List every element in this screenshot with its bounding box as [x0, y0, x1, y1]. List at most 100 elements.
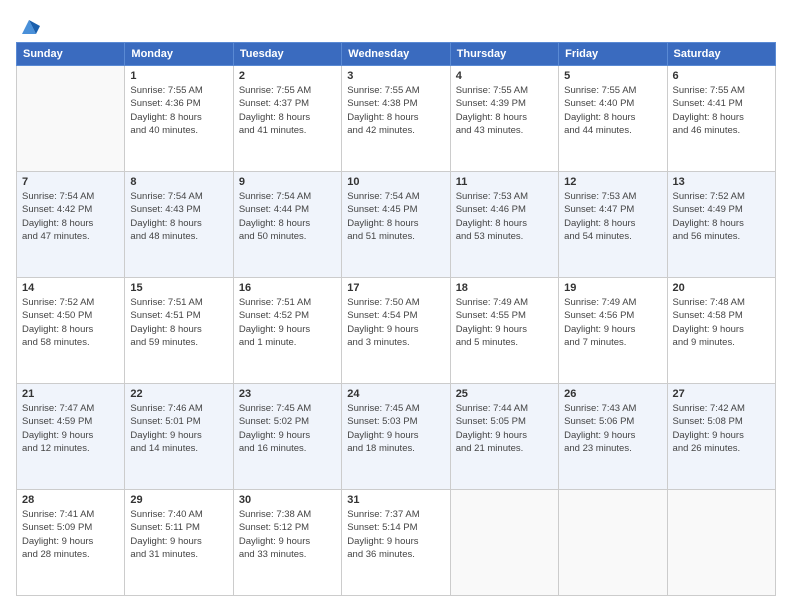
day-info: Sunrise: 7:54 AM Sunset: 4:42 PM Dayligh…	[22, 190, 119, 243]
logo-icon	[18, 16, 40, 38]
day-number: 22	[130, 388, 227, 400]
header	[16, 16, 776, 32]
day-info: Sunrise: 7:45 AM Sunset: 5:03 PM Dayligh…	[347, 402, 444, 455]
day-info: Sunrise: 7:54 AM Sunset: 4:44 PM Dayligh…	[239, 190, 336, 243]
day-number: 21	[22, 388, 119, 400]
week-row-1: 1 Sunrise: 7:55 AM Sunset: 4:36 PM Daylig…	[17, 66, 776, 172]
day-number: 23	[239, 388, 336, 400]
calendar-cell: 24 Sunrise: 7:45 AM Sunset: 5:03 PM Dayli…	[342, 384, 450, 490]
calendar-cell: 5 Sunrise: 7:55 AM Sunset: 4:40 PM Daylig…	[559, 66, 667, 172]
calendar-cell: 2 Sunrise: 7:55 AM Sunset: 4:37 PM Daylig…	[233, 66, 341, 172]
header-monday: Monday	[125, 43, 233, 66]
header-friday: Friday	[559, 43, 667, 66]
weekday-header-row: Sunday Monday Tuesday Wednesday Thursday…	[17, 43, 776, 66]
calendar-cell: 17 Sunrise: 7:50 AM Sunset: 4:54 PM Dayli…	[342, 278, 450, 384]
day-number: 1	[130, 70, 227, 82]
calendar-cell: 9 Sunrise: 7:54 AM Sunset: 4:44 PM Daylig…	[233, 172, 341, 278]
calendar-cell: 10 Sunrise: 7:54 AM Sunset: 4:45 PM Dayli…	[342, 172, 450, 278]
week-row-4: 21 Sunrise: 7:47 AM Sunset: 4:59 PM Dayli…	[17, 384, 776, 490]
day-info: Sunrise: 7:55 AM Sunset: 4:39 PM Dayligh…	[456, 84, 553, 137]
logo	[16, 16, 40, 32]
day-number: 30	[239, 494, 336, 506]
day-number: 25	[456, 388, 553, 400]
day-number: 6	[673, 70, 770, 82]
day-info: Sunrise: 7:43 AM Sunset: 5:06 PM Dayligh…	[564, 402, 661, 455]
calendar-cell: 11 Sunrise: 7:53 AM Sunset: 4:46 PM Dayli…	[450, 172, 558, 278]
day-number: 8	[130, 176, 227, 188]
calendar-cell: 29 Sunrise: 7:40 AM Sunset: 5:11 PM Dayli…	[125, 490, 233, 596]
calendar-cell: 14Sunrise: 7:52 AM Sunset: 4:50 PM Dayli…	[17, 278, 125, 384]
week-row-2: 7 Sunrise: 7:54 AM Sunset: 4:42 PM Daylig…	[17, 172, 776, 278]
calendar-cell: 1 Sunrise: 7:55 AM Sunset: 4:36 PM Daylig…	[125, 66, 233, 172]
day-info: Sunrise: 7:50 AM Sunset: 4:54 PM Dayligh…	[347, 296, 444, 349]
day-info: Sunrise: 7:46 AM Sunset: 5:01 PM Dayligh…	[130, 402, 227, 455]
calendar-cell: 25 Sunrise: 7:44 AM Sunset: 5:05 PM Dayli…	[450, 384, 558, 490]
day-number: 24	[347, 388, 444, 400]
day-number: 9	[239, 176, 336, 188]
day-number: 11	[456, 176, 553, 188]
calendar-cell	[667, 490, 775, 596]
day-number: 28	[22, 494, 119, 506]
day-info: Sunrise: 7:49 AM Sunset: 4:55 PM Dayligh…	[456, 296, 553, 349]
day-number: 27	[673, 388, 770, 400]
calendar-cell: 19 Sunrise: 7:49 AM Sunset: 4:56 PM Dayli…	[559, 278, 667, 384]
calendar-cell	[559, 490, 667, 596]
calendar-cell: 31Sunrise: 7:37 AM Sunset: 5:14 PM Dayli…	[342, 490, 450, 596]
day-number: 31	[347, 494, 444, 506]
week-row-5: 28Sunrise: 7:41 AM Sunset: 5:09 PM Dayli…	[17, 490, 776, 596]
day-number: 20	[673, 282, 770, 294]
header-sunday: Sunday	[17, 43, 125, 66]
day-number: 12	[564, 176, 661, 188]
calendar-cell: 13 Sunrise: 7:52 AM Sunset: 4:49 PM Dayli…	[667, 172, 775, 278]
day-number: 19	[564, 282, 661, 294]
day-number: 4	[456, 70, 553, 82]
day-number: 18	[456, 282, 553, 294]
day-number: 5	[564, 70, 661, 82]
day-number: 13	[673, 176, 770, 188]
calendar-cell: 23 Sunrise: 7:45 AM Sunset: 5:02 PM Dayli…	[233, 384, 341, 490]
day-info: Sunrise: 7:55 AM Sunset: 4:36 PM Dayligh…	[130, 84, 227, 137]
day-info: Sunrise: 7:55 AM Sunset: 4:38 PM Dayligh…	[347, 84, 444, 137]
day-info: Sunrise: 7:51 AM Sunset: 4:51 PM Dayligh…	[130, 296, 227, 349]
day-number: 10	[347, 176, 444, 188]
day-info: Sunrise: 7:44 AM Sunset: 5:05 PM Dayligh…	[456, 402, 553, 455]
calendar-cell: 12 Sunrise: 7:53 AM Sunset: 4:47 PM Dayli…	[559, 172, 667, 278]
calendar-cell: 7 Sunrise: 7:54 AM Sunset: 4:42 PM Daylig…	[17, 172, 125, 278]
calendar-cell: 27 Sunrise: 7:42 AM Sunset: 5:08 PM Dayli…	[667, 384, 775, 490]
day-info: Sunrise: 7:52 AM Sunset: 4:49 PM Dayligh…	[673, 190, 770, 243]
day-info: Sunrise: 7:55 AM Sunset: 4:41 PM Dayligh…	[673, 84, 770, 137]
day-info: Sunrise: 7:42 AM Sunset: 5:08 PM Dayligh…	[673, 402, 770, 455]
calendar-cell: 21 Sunrise: 7:47 AM Sunset: 4:59 PM Dayli…	[17, 384, 125, 490]
calendar-cell: 4 Sunrise: 7:55 AM Sunset: 4:39 PM Daylig…	[450, 66, 558, 172]
day-info: Sunrise: 7:53 AM Sunset: 4:46 PM Dayligh…	[456, 190, 553, 243]
day-number: 17	[347, 282, 444, 294]
day-info: Sunrise: 7:55 AM Sunset: 4:37 PM Dayligh…	[239, 84, 336, 137]
day-number: 16	[239, 282, 336, 294]
day-info: Sunrise: 7:54 AM Sunset: 4:43 PM Dayligh…	[130, 190, 227, 243]
calendar-cell: 8 Sunrise: 7:54 AM Sunset: 4:43 PM Daylig…	[125, 172, 233, 278]
day-number: 26	[564, 388, 661, 400]
day-info: Sunrise: 7:45 AM Sunset: 5:02 PM Dayligh…	[239, 402, 336, 455]
header-saturday: Saturday	[667, 43, 775, 66]
calendar-cell: 30 Sunrise: 7:38 AM Sunset: 5:12 PM Dayli…	[233, 490, 341, 596]
day-number: 2	[239, 70, 336, 82]
day-info: Sunrise: 7:38 AM Sunset: 5:12 PM Dayligh…	[239, 508, 336, 561]
header-wednesday: Wednesday	[342, 43, 450, 66]
day-number: 14	[22, 282, 119, 294]
day-number: 29	[130, 494, 227, 506]
day-info: Sunrise: 7:51 AM Sunset: 4:52 PM Dayligh…	[239, 296, 336, 349]
calendar-cell: 3Sunrise: 7:55 AM Sunset: 4:38 PM Daylig…	[342, 66, 450, 172]
day-info: Sunrise: 7:40 AM Sunset: 5:11 PM Dayligh…	[130, 508, 227, 561]
calendar-cell	[17, 66, 125, 172]
calendar-cell: 6 Sunrise: 7:55 AM Sunset: 4:41 PM Daylig…	[667, 66, 775, 172]
day-info: Sunrise: 7:53 AM Sunset: 4:47 PM Dayligh…	[564, 190, 661, 243]
header-tuesday: Tuesday	[233, 43, 341, 66]
day-info: Sunrise: 7:48 AM Sunset: 4:58 PM Dayligh…	[673, 296, 770, 349]
calendar-cell: 22 Sunrise: 7:46 AM Sunset: 5:01 PM Dayli…	[125, 384, 233, 490]
day-info: Sunrise: 7:47 AM Sunset: 4:59 PM Dayligh…	[22, 402, 119, 455]
day-number: 7	[22, 176, 119, 188]
calendar-cell: 20 Sunrise: 7:48 AM Sunset: 4:58 PM Dayli…	[667, 278, 775, 384]
day-info: Sunrise: 7:55 AM Sunset: 4:40 PM Dayligh…	[564, 84, 661, 137]
day-info: Sunrise: 7:54 AM Sunset: 4:45 PM Dayligh…	[347, 190, 444, 243]
day-info: Sunrise: 7:49 AM Sunset: 4:56 PM Dayligh…	[564, 296, 661, 349]
